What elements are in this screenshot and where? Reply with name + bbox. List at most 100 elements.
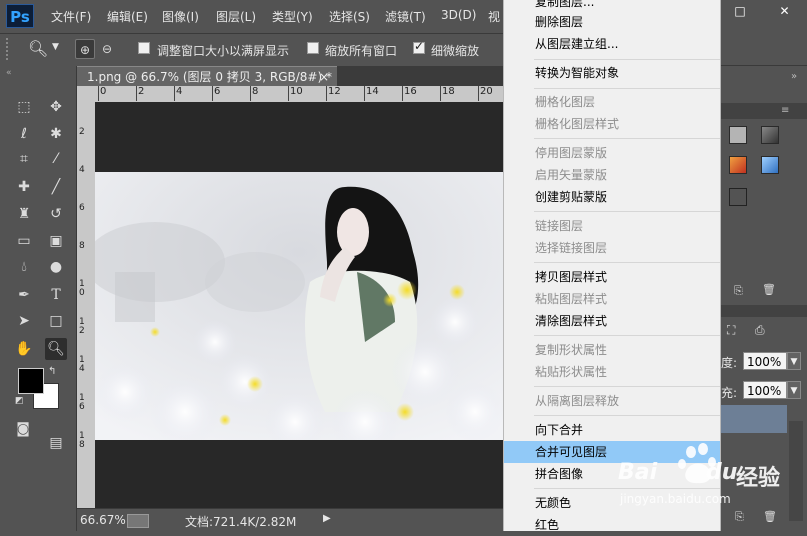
fill-input[interactable]: 100% — [743, 381, 787, 399]
ruler-v-label: 6 — [79, 203, 85, 213]
zoom-out-icon[interactable]: ⊖ — [97, 39, 117, 59]
menu-image[interactable]: 图像(I) — [162, 8, 199, 25]
screen-mode-icon[interactable]: ▤ — [45, 432, 67, 454]
healing-brush-icon[interactable]: ✚ — [13, 176, 35, 198]
menu-separator — [534, 88, 720, 89]
opacity-input[interactable]: 100% — [743, 352, 787, 370]
menu-item-merge-down[interactable]: 向下合并 — [504, 419, 720, 441]
ruler-v-label: 16 — [79, 393, 85, 412]
menu-item-release-from-isolation[interactable]: 从隔离图层释放 — [504, 390, 720, 412]
menu-item-rasterize-layer[interactable]: 栅格化图层 — [504, 91, 720, 113]
lasso-tool-icon[interactable]: ℓ — [13, 123, 35, 145]
menu-file[interactable]: 文件(F) — [51, 8, 91, 25]
menu-edit[interactable]: 编辑(E) — [107, 8, 148, 25]
close-window-button[interactable]: ✕ — [762, 0, 807, 22]
crop-tool-icon[interactable]: ⌗ — [13, 148, 35, 170]
menu-item-enable-vector-mask[interactable]: 启用矢量蒙版 — [504, 164, 720, 186]
tools-collapse-icon[interactable]: « — [6, 68, 66, 78]
default-colors-icon[interactable]: ◩ — [15, 396, 24, 406]
move-tool-icon[interactable]: ✥ — [45, 96, 67, 118]
document-tab[interactable]: 1.png @ 66.7% (图层 0 拷贝 3, RGB/8#) * × — [77, 66, 337, 86]
photo-of-girl-in-flowers — [95, 172, 503, 440]
style-swatch[interactable] — [729, 156, 747, 174]
zoom-all-checkbox[interactable] — [307, 42, 319, 54]
watermark-url: jingyan.baidu.com — [620, 492, 731, 506]
style-swatch[interactable] — [761, 126, 779, 144]
ruler-h-label: 16 — [402, 86, 417, 101]
menu-layer[interactable]: 图层(L) — [216, 8, 256, 25]
menu-view[interactable]: 视 — [488, 8, 500, 25]
menu-item-convert-smart-object[interactable]: 转换为智能对象 — [504, 62, 720, 84]
status-preview-icon[interactable] — [127, 514, 149, 528]
close-tab-icon[interactable]: × — [319, 67, 329, 87]
blur-tool-icon[interactable]: 💧︎ — [13, 256, 35, 278]
swap-colors-icon[interactable]: ↰ — [48, 366, 56, 377]
zoom-tool-icon[interactable]: 🔍︎ — [45, 338, 67, 360]
selected-layer-row[interactable] — [721, 405, 787, 433]
menu-item-clear-layer-style[interactable]: 清除图层样式 — [504, 310, 720, 332]
menu-item-select-linked-layers[interactable]: 选择链接图层 — [504, 237, 720, 259]
menu-item-rasterize-layer-style[interactable]: 栅格化图层样式 — [504, 113, 720, 135]
panel-dock-top — [721, 33, 807, 66]
status-menu-arrow-icon[interactable]: ▶ — [323, 513, 331, 524]
menu-item-delete-layer[interactable]: 删除图层 — [504, 11, 720, 33]
tool-preset-dropdown[interactable]: ▼ — [52, 42, 59, 52]
menu-item-disable-layer-mask[interactable]: 停用图层蒙版 — [504, 142, 720, 164]
menu-3d[interactable]: 3D(D) — [441, 8, 476, 22]
magic-wand-icon[interactable]: ✱ — [45, 123, 67, 145]
style-swatch[interactable] — [761, 156, 779, 174]
ruler-h-label: 18 — [440, 86, 455, 101]
delete-style-icon[interactable]: 🗑︎ — [762, 283, 776, 296]
dodge-tool-icon[interactable]: ● — [45, 256, 67, 278]
menu-type[interactable]: 类型(Y) — [272, 8, 313, 25]
style-swatch[interactable] — [729, 126, 747, 144]
type-tool-icon[interactable]: T — [45, 284, 67, 306]
rectangle-tool-icon[interactable]: □ — [45, 310, 67, 332]
resize-windows-checkbox[interactable] — [138, 42, 150, 54]
layer-kind-icon[interactable]: ⛶ — [727, 323, 735, 338]
opacity-dropdown[interactable]: ▼ — [787, 352, 801, 370]
layer-filter-icon[interactable]: ⎙ — [755, 323, 765, 338]
hand-tool-icon[interactable]: ✋ — [13, 338, 35, 360]
ruler-origin[interactable] — [77, 86, 95, 102]
menu-item-paste-shape-attributes[interactable]: 粘贴形状属性 — [504, 361, 720, 383]
menu-separator — [534, 138, 720, 139]
brush-tool-icon[interactable]: ╱ — [45, 176, 67, 198]
zoom-tool-icon[interactable]: 🔍︎ — [28, 39, 48, 58]
style-swatch-none[interactable] — [729, 188, 747, 206]
maximize-button[interactable]: □ — [729, 0, 751, 22]
zoom-level[interactable]: 66.67% — [80, 513, 126, 527]
eyedropper-icon[interactable]: ⁄ — [45, 148, 67, 170]
ruler-h-label: 10 — [288, 86, 303, 101]
ruler-v-label: 4 — [79, 165, 85, 175]
menu-item-copy-layer-style[interactable]: 拷贝图层样式 — [504, 266, 720, 288]
ruler-v-label: 2 — [79, 127, 85, 137]
new-style-icon[interactable]: ⎘ — [734, 284, 743, 298]
menu-separator — [534, 59, 720, 60]
ruler-h-label: 12 — [326, 86, 341, 101]
pen-tool-icon[interactable]: ✒ — [13, 284, 35, 306]
menu-item-paste-layer-style[interactable]: 粘贴图层样式 — [504, 288, 720, 310]
menu-item-copy-shape-attributes[interactable]: 复制形状属性 — [504, 339, 720, 361]
foreground-color-swatch-top[interactable] — [18, 368, 44, 394]
zoom-in-icon[interactable]: ⊕ — [75, 39, 95, 59]
menu-separator — [534, 262, 720, 263]
panel-collapse-icon[interactable]: » — [791, 71, 797, 82]
menu-item-group-from-layers[interactable]: 从图层建立组... — [504, 33, 720, 55]
gradient-tool-icon[interactable]: ▣ — [45, 230, 67, 252]
eraser-tool-icon[interactable]: ▭ — [13, 230, 35, 252]
clone-stamp-icon[interactable]: ♜ — [13, 203, 35, 225]
history-brush-icon[interactable]: ↺ — [45, 203, 67, 225]
menu-item-create-clipping-mask[interactable]: 创建剪贴蒙版 — [504, 186, 720, 208]
scrubby-zoom-checkbox[interactable] — [413, 39, 425, 54]
menu-filter[interactable]: 滤镜(T) — [385, 8, 426, 25]
quick-mask-icon[interactable]: ◙ — [12, 418, 34, 440]
document-image[interactable] — [95, 172, 503, 440]
menu-item-link-layers[interactable]: 链接图层 — [504, 215, 720, 237]
panel-menu-icon[interactable]: ≡ — [781, 105, 789, 116]
path-selection-icon[interactable]: ➤ — [13, 310, 35, 332]
marquee-tool-icon[interactable]: ⬚ — [13, 96, 35, 118]
watermark-brand-suffix: du — [706, 460, 738, 485]
fill-dropdown[interactable]: ▼ — [787, 381, 801, 399]
menu-select[interactable]: 选择(S) — [329, 8, 370, 25]
